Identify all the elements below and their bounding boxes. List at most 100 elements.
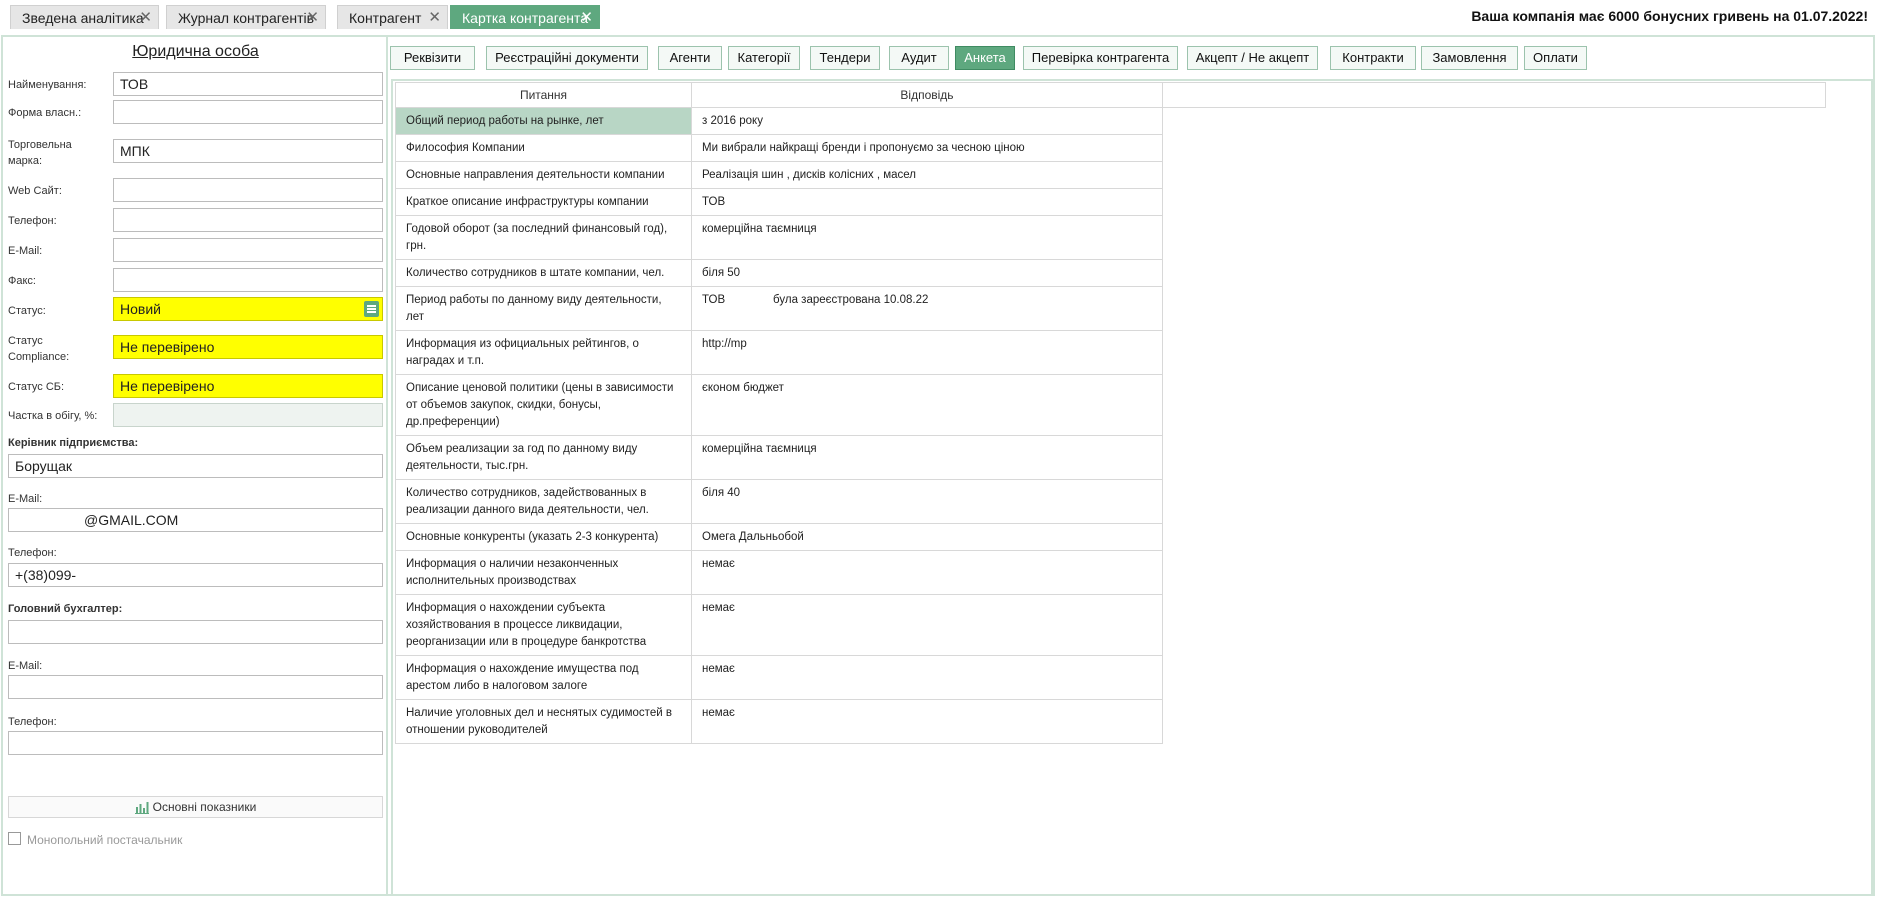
table-row[interactable]: Общий период работы на рынке, лет з 2016 … — [395, 107, 1826, 135]
questionnaire-table: Питання Відповідь Общий период работы на… — [395, 82, 1826, 744]
tab-tenders[interactable]: Тендери — [810, 46, 880, 70]
question-cell: Наличие уголовных дел и неснятых судимос… — [395, 699, 692, 744]
director-phone-label: Телефон: — [8, 547, 57, 559]
accountant-phone-input[interactable] — [8, 731, 383, 755]
key-indicators-button[interactable]: Основні показники — [8, 796, 383, 818]
answer-cell[interactable]: немає — [691, 655, 1163, 700]
tab-questionnaire[interactable]: Анкета — [955, 46, 1015, 70]
question-cell: Информация из официальных рейтингов, о н… — [395, 330, 692, 375]
compliance-status[interactable]: Не перевірено — [113, 335, 383, 359]
tab-orders[interactable]: Замовлення — [1421, 46, 1518, 70]
tab-counterparty-card[interactable]: Картка контрагента ✕ — [450, 5, 600, 29]
table-row[interactable]: Количество сотрудников в штате компании,… — [395, 259, 1826, 287]
tab-categories[interactable]: Категорії — [728, 46, 800, 70]
status-value: Новий — [120, 301, 161, 317]
question-cell: Основные направления деятельности компан… — [395, 161, 692, 189]
table-row[interactable]: Наличие уголовных дел и неснятых судимос… — [395, 699, 1826, 744]
answer-cell[interactable]: немає — [691, 550, 1163, 595]
answer-cell[interactable]: біля 50 — [691, 259, 1163, 287]
bonus-notice: Ваша компанія має 6000 бонусних гривень … — [1471, 8, 1868, 24]
answer-cell[interactable]: комерційна таємниця — [691, 435, 1163, 480]
tab-agents[interactable]: Агенти — [658, 46, 722, 70]
director-name-input[interactable]: Борущак — [8, 454, 383, 478]
main-frame: Юридична особа Найменування: ТОВ Форма в… — [1, 35, 1875, 896]
answer-cell[interactable]: Реалізація шин , дисків колісних , масел — [691, 161, 1163, 189]
bar-chart-icon — [134, 801, 149, 814]
website-label: Web Сайт: — [8, 185, 62, 197]
table-row[interactable]: Информация из официальных рейтингов, о н… — [395, 330, 1826, 375]
accountant-email-input[interactable] — [8, 675, 383, 699]
tab-accept[interactable]: Акцепт / Не акцепт — [1187, 46, 1318, 70]
column-answer: Відповідь — [691, 82, 1163, 108]
table-row[interactable]: Краткое описание инфраструктуры компании… — [395, 188, 1826, 216]
director-email-input[interactable]: @GMAIL.COM — [8, 508, 383, 532]
question-cell: Объем реализации за год по данному виду … — [395, 435, 692, 480]
table-row[interactable]: Годовой оборот (за последний финансовый … — [395, 215, 1826, 260]
details-panel: Реквізити Реєстраційні документи Агенти … — [390, 37, 1873, 896]
fax-input[interactable] — [113, 268, 383, 292]
answer-cell[interactable]: з 2016 року — [691, 107, 1163, 135]
table-row[interactable]: Информация о нахождение имущества под ар… — [395, 655, 1826, 700]
answer-cell[interactable]: немає — [691, 699, 1163, 744]
brand-input[interactable]: МПК — [113, 139, 383, 163]
name-input[interactable]: ТОВ — [113, 72, 383, 96]
table-row[interactable]: Количество сотрудников, задействованных … — [395, 479, 1826, 524]
email-input[interactable] — [113, 238, 383, 262]
monopoly-checkbox-row[interactable]: Монопольний постачальник — [8, 832, 182, 847]
table-row[interactable]: Основные направления деятельности компан… — [395, 161, 1826, 189]
tab-audit[interactable]: Аудит — [889, 46, 949, 70]
table-header-row: Питання Відповідь — [395, 82, 1826, 108]
answer-cell[interactable]: Ми вибрали найкращі бренди і пропонуємо … — [691, 134, 1163, 162]
tab-summary-analytics[interactable]: Зведена аналітика ✕ — [10, 5, 159, 29]
sb-label: Статус СБ: — [8, 381, 65, 393]
table-row[interactable]: Период работы по данному виду деятельнос… — [395, 286, 1826, 331]
ownership-input[interactable] — [113, 100, 383, 124]
close-icon[interactable]: ✕ — [139, 6, 152, 30]
phone-label: Телефон: — [8, 215, 57, 227]
table-row[interactable]: Информация о наличии незаконченных испол… — [395, 550, 1826, 595]
table-row[interactable]: Основные конкуренты (указать 2-3 конкуре… — [395, 523, 1826, 551]
tab-requisites[interactable]: Реквізити — [390, 46, 475, 70]
compliance-label: Статус Compliance: — [8, 335, 70, 363]
website-input[interactable] — [113, 178, 383, 202]
close-icon[interactable]: ✕ — [428, 6, 441, 30]
list-icon[interactable] — [364, 301, 379, 317]
close-icon[interactable]: ✕ — [306, 6, 319, 30]
tab-counterparty[interactable]: Контрагент ✕ — [337, 5, 448, 29]
director-phone-input[interactable]: +(38)099- — [8, 563, 383, 587]
share-input[interactable] — [113, 403, 383, 427]
tab-label: Зведена аналітика — [22, 10, 144, 26]
tab-contracts[interactable]: Контракти — [1330, 46, 1416, 70]
answer-cell[interactable]: ТОВ — [691, 188, 1163, 216]
phone-input[interactable] — [113, 208, 383, 232]
accountant-name-input[interactable] — [8, 620, 383, 644]
table-row[interactable]: Объем реализации за год по данному виду … — [395, 435, 1826, 480]
director-email-label: E-Mail: — [8, 493, 43, 505]
table-row[interactable]: Философия Компании Ми вибрали найкращі бр… — [395, 134, 1826, 162]
answer-cell[interactable]: комерційна таємниця — [691, 215, 1163, 260]
answer-cell[interactable]: немає — [691, 594, 1163, 656]
sb-status[interactable]: Не перевірено — [113, 374, 383, 398]
answer-cell[interactable]: Омега Дальньобой — [691, 523, 1163, 551]
tab-counterparty-journal[interactable]: Журнал контрагентів ✕ — [166, 5, 326, 29]
question-cell: Годовой оборот (за последний финансовый … — [395, 215, 692, 260]
email-label: E-Mail: — [8, 245, 43, 257]
tab-counterparty-check[interactable]: Перевірка контрагента — [1023, 46, 1178, 70]
question-cell: Основные конкуренты (указать 2-3 конкуре… — [395, 523, 692, 551]
answer-cell[interactable]: ТОВ була зареєстрована 10.08.22 — [691, 286, 1163, 331]
monopoly-checkbox[interactable] — [8, 832, 21, 845]
question-cell: Информация о нахождение имущества под ар… — [395, 655, 692, 700]
tab-registration-docs[interactable]: Реєстраційні документи — [486, 46, 648, 70]
table-row[interactable]: Информация о нахождении субъекта хозяйст… — [395, 594, 1826, 656]
close-icon[interactable]: ✕ — [580, 6, 593, 30]
answer-cell[interactable]: http://mp — [691, 330, 1163, 375]
share-label: Частка в обігу, %: — [8, 410, 98, 422]
status-select[interactable]: Новий — [113, 297, 383, 321]
answer-cell[interactable]: єконом бюджет — [691, 374, 1163, 436]
director-title: Керівник підприємства: — [8, 437, 139, 449]
table-row[interactable]: Описание ценовой политики (цены в зависи… — [395, 374, 1826, 436]
name-label: Найменування: — [8, 79, 87, 91]
tab-payments[interactable]: Оплати — [1524, 46, 1587, 70]
answer-cell[interactable]: біля 40 — [691, 479, 1163, 524]
panel-title[interactable]: Юридична особа — [3, 43, 388, 61]
